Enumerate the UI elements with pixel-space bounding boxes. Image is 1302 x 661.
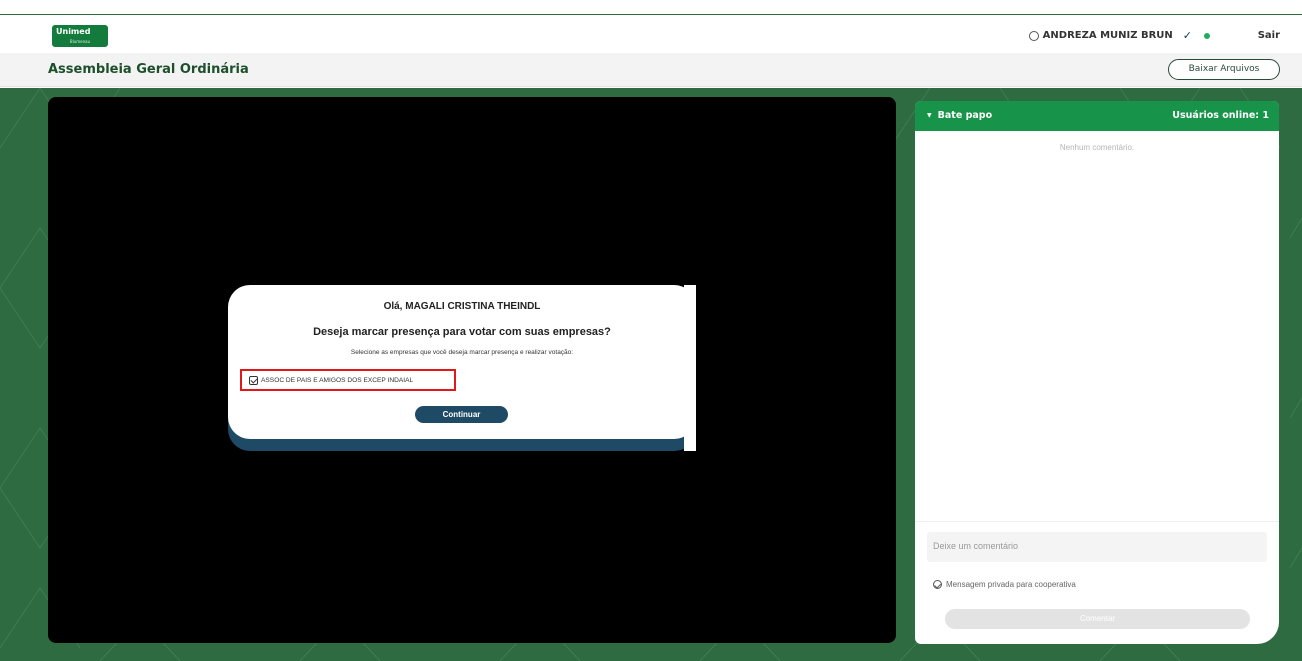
presence-modal: Olá, MAGALI CRISTINA THEINDL Deseja marc… <box>228 285 696 451</box>
private-message-option[interactable]: Mensagem privada para cooperativa <box>933 580 1076 589</box>
logo-subtext: Blumenau <box>69 39 91 44</box>
comment-input[interactable]: Deixe um comentário <box>927 532 1267 562</box>
chevron-down-icon[interactable]: ✓ <box>1183 29 1192 42</box>
user-menu[interactable]: ANDREZA MUNIZ BRUN ✓ <box>1028 29 1210 42</box>
checkbox-checked-icon[interactable] <box>249 375 258 385</box>
main-stage: Olá, MAGALI CRISTINA THEINDL Deseja marc… <box>0 88 1302 661</box>
chat-header: ▼ Bate papo Usuários online: 1 <box>915 101 1279 131</box>
online-status-icon <box>1204 32 1210 39</box>
modal-greeting: Olá, MAGALI CRISTINA THEINDL <box>383 301 541 312</box>
download-files-button[interactable]: Baixar Arquivos <box>1168 59 1280 80</box>
continue-button[interactable]: Continuar <box>415 406 508 423</box>
sub-header: Assembleia Geral Ordinária Baixar Arquiv… <box>0 53 1302 87</box>
user-name: ANDREZA MUNIZ BRUN <box>1042 30 1173 41</box>
video-player[interactable]: Olá, MAGALI CRISTINA THEINDL Deseja marc… <box>48 97 896 643</box>
modal-instruction: Selecione as empresas que você deseja ma… <box>350 349 574 356</box>
top-bar: Unimed Blumenau ANDREZA MUNIZ BRUN ✓ Sai… <box>0 15 1302 53</box>
divider <box>915 521 1279 522</box>
private-message-label: Mensagem privada para cooperativa <box>946 580 1076 589</box>
company-checkbox-row[interactable]: ASSOC DE PAIS E AMIGOS DOS EXCEP INDAIAL <box>240 369 456 391</box>
page-title: Assembleia Geral Ordinária <box>48 62 249 77</box>
company-label: ASSOC DE PAIS E AMIGOS DOS EXCEP INDAIAL <box>261 376 414 384</box>
chat-empty-message: Nenhum comentário. <box>1059 143 1135 152</box>
check-circle-icon[interactable] <box>933 580 942 589</box>
chat-panel: ▼ Bate papo Usuários online: 1 Nenhum co… <box>915 101 1279 644</box>
logo-text: Unimed <box>56 27 91 36</box>
modal-card: Olá, MAGALI CRISTINA THEINDL Deseja marc… <box>228 285 696 439</box>
online-users: Usuários online: 1 <box>1172 110 1269 121</box>
logout-link[interactable]: Sair <box>1258 30 1280 41</box>
comment-button[interactable]: Comentar <box>945 609 1250 629</box>
modal-edge <box>684 285 696 451</box>
chat-title-group[interactable]: ▼ Bate papo <box>927 110 992 121</box>
collapse-icon[interactable]: ▼ <box>927 112 932 119</box>
chat-title: Bate papo <box>937 110 993 121</box>
modal-question: Deseja marcar presença para votar com su… <box>313 326 611 338</box>
user-icon <box>1028 30 1039 41</box>
unimed-logo[interactable]: Unimed Blumenau <box>52 25 108 47</box>
